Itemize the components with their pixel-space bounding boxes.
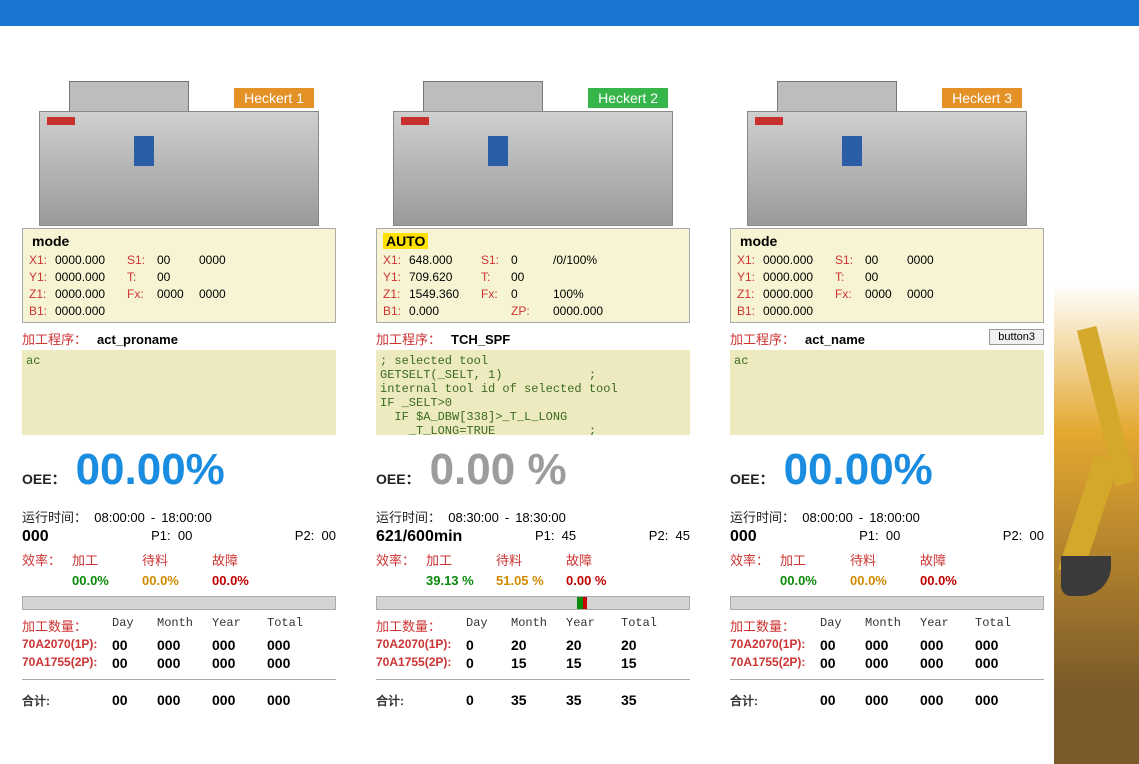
efficiency-values: 39.13 %51.05 %0.00 %	[376, 573, 690, 588]
mode-label: AUTO	[383, 233, 428, 249]
machine-column-1: Heckert 1 modeX1:0000.000S1:000000Y1:0000…	[4, 26, 354, 764]
stats-total: 合计:00000000000	[22, 692, 336, 709]
efficiency-header: 效率：加工待料故障	[22, 550, 336, 569]
program-line: 加工程序：act_proname	[22, 329, 336, 348]
stats-total: 合计:00000000000	[730, 692, 1044, 709]
mode-label: mode	[737, 233, 780, 249]
machine-column-3: Heckert 3 modeX1:0000.000S1:000000Y1:0000…	[712, 26, 1062, 764]
efficiency-header: 效率：加工待料故障	[730, 550, 1044, 569]
machine-column-2: Heckert 2 AUTOX1:648.000S1:0/0/100%Y1:709…	[358, 26, 708, 764]
topbar	[0, 0, 1139, 26]
oee-display: OEE：00.00%	[22, 445, 336, 495]
summary-row: 621/600minP1: 45P2: 45	[376, 528, 690, 546]
button3[interactable]: button3	[989, 329, 1044, 345]
mode-label: mode	[29, 233, 72, 249]
efficiency-values: 00.0%00.0%00.0%	[730, 573, 1044, 588]
summary-row: 000P1: 00P2: 00	[22, 528, 336, 546]
machine-tag: Heckert 3	[942, 88, 1022, 108]
progress-bar	[22, 596, 336, 610]
coord-panel: modeX1:0000.000S1:000000Y1:0000.000T:00Z…	[730, 228, 1044, 323]
nc-code-box: ac	[730, 350, 1044, 435]
coord-panel: modeX1:0000.000S1:000000Y1:0000.000T:00Z…	[22, 228, 336, 323]
program-line: 加工程序：act_namebutton3	[730, 329, 1044, 348]
stats-total: 合计:0353535	[376, 692, 690, 709]
runtime-line: 运行时间： 08:00:00-18:00:00	[730, 507, 1044, 526]
stats-table: 加工数量：DayMonthYearTotal70A2070(1P):020202…	[376, 616, 690, 671]
runtime-line: 运行时间： 08:00:00-18:00:00	[22, 507, 336, 526]
efficiency-header: 效率：加工待料故障	[376, 550, 690, 569]
runtime-line: 运行时间： 08:30:00-18:30:00	[376, 507, 690, 526]
oee-display: OEE：0.00 %	[376, 445, 690, 495]
stats-table: 加工数量：DayMonthYearTotal70A2070(1P):000000…	[22, 616, 336, 671]
nc-code-box: ac	[22, 350, 336, 435]
efficiency-values: 00.0%00.0%00.0%	[22, 573, 336, 588]
progress-bar	[730, 596, 1044, 610]
coord-panel: AUTOX1:648.000S1:0/0/100%Y1:709.620T:00Z…	[376, 228, 690, 323]
nc-code-box: ; selected tool GETSELT(_SELT, 1) ; inte…	[376, 350, 690, 435]
machines-area: Heckert 1 modeX1:0000.000S1:000000Y1:0000…	[0, 26, 1139, 764]
progress-bar	[376, 596, 690, 610]
summary-row: 000P1: 00P2: 00	[730, 528, 1044, 546]
machine-tag: Heckert 2	[588, 88, 668, 108]
stats-table: 加工数量：DayMonthYearTotal70A2070(1P):000000…	[730, 616, 1044, 671]
oee-display: OEE：00.00%	[730, 445, 1044, 495]
machine-tag: Heckert 1	[234, 88, 314, 108]
program-line: 加工程序：TCH_SPF	[376, 329, 690, 348]
